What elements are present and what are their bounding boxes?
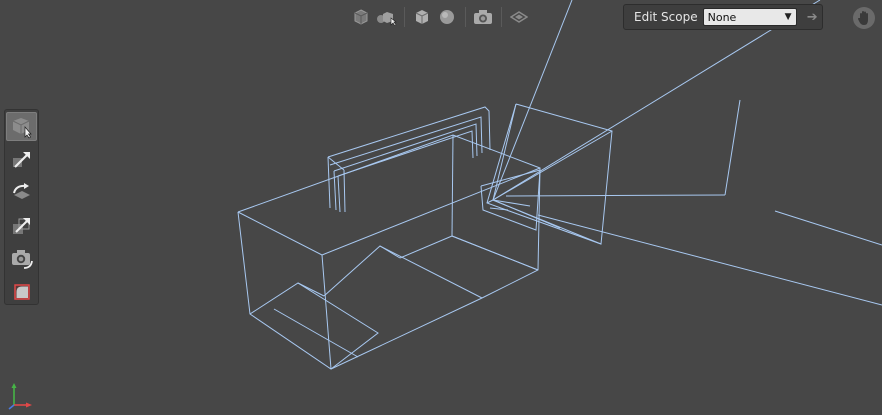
camera-icon[interactable] xyxy=(472,6,494,28)
main-box-outline xyxy=(237,134,541,370)
wireframe-scene xyxy=(237,0,882,370)
viewport-toolbar xyxy=(350,5,533,29)
hand-pan-icon[interactable] xyxy=(853,7,875,29)
edit-scope-bar: Edit Scope None ▼ ➔ xyxy=(623,4,823,30)
toolbar-divider xyxy=(465,7,466,27)
camera-tool-icon[interactable] xyxy=(6,244,37,273)
multi-object-mode-icon[interactable] xyxy=(375,6,397,28)
edit-scope-label: Edit Scope xyxy=(634,10,698,24)
object-mode-icon[interactable] xyxy=(350,6,372,28)
3d-viewport[interactable]: Edit Scope None ▼ ➔ xyxy=(0,0,882,415)
toolbar-divider xyxy=(404,7,405,27)
toolbar-divider xyxy=(501,7,502,27)
tool-palette xyxy=(4,109,39,305)
edit-scope-value: None xyxy=(707,10,737,24)
select-tool-icon[interactable] xyxy=(6,112,37,141)
arrow-right-icon[interactable]: ➔ xyxy=(803,8,823,26)
translate-tool-icon[interactable] xyxy=(6,145,37,174)
edit-scope-dropdown[interactable]: None ▼ xyxy=(702,8,797,26)
crop-tool-icon[interactable] xyxy=(6,277,37,306)
box-shade-icon[interactable] xyxy=(411,6,433,28)
chevron-down-icon: ▼ xyxy=(784,12,792,22)
rotate-tool-icon[interactable] xyxy=(6,178,37,207)
stage-toggle-icon[interactable] xyxy=(508,6,530,28)
sphere-shade-icon[interactable] xyxy=(436,6,458,28)
axis-gizmo xyxy=(8,383,32,410)
scale-tool-icon[interactable] xyxy=(6,211,37,240)
